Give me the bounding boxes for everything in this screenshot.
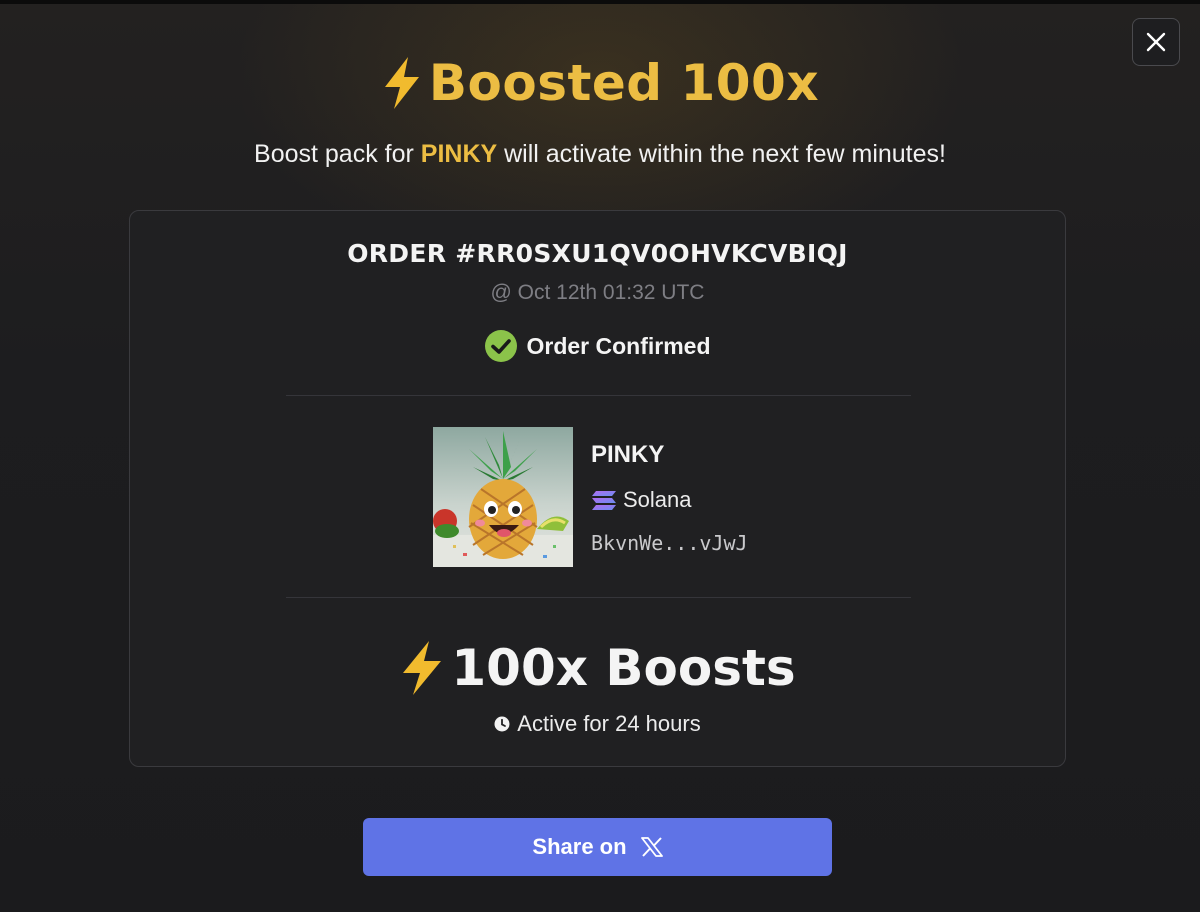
close-icon: [1146, 32, 1166, 52]
lightning-icon: [403, 641, 442, 695]
token-info: PINKY Solana BkvnWe...vJwJ: [433, 427, 833, 567]
modal-title: Boosted 100x: [0, 54, 1200, 112]
check-circle-icon: [485, 330, 518, 362]
boost-amount: 100x Boosts: [130, 639, 1065, 697]
share-button-label: Share on: [532, 834, 627, 859]
order-id: ORDER #RR0SXU1QV0OHVKCVBIQJ: [347, 239, 848, 268]
divider: [286, 597, 911, 598]
pineapple-avatar-image: [433, 431, 573, 567]
order-timestamp: @ Oct 12th 01:32 UTC: [490, 281, 705, 304]
clock-icon: [494, 716, 510, 732]
token-avatar: [433, 427, 573, 567]
divider: [286, 395, 911, 396]
boost-confirmation-modal: Boosted 100x Boost pack for PINKY will a…: [0, 0, 1200, 912]
token-name: PINKY: [591, 441, 665, 468]
subtitle-prefix: Boost pack for: [254, 140, 421, 168]
lightning-icon: [384, 57, 419, 109]
x-logo-icon: [640, 837, 663, 857]
modal-title-text: Boosted 100x: [428, 54, 820, 112]
share-on-x-button[interactable]: Share on: [363, 818, 832, 876]
subtitle-suffix: will activate within the next few minute…: [497, 140, 946, 168]
boost-duration: Active for 24 hours: [130, 711, 1065, 737]
subtitle-token-name: PINKY: [420, 140, 498, 168]
order-card: ORDER #RR0SXU1QV0OHVKCVBIQJ @ Oct 12th 0…: [129, 210, 1066, 767]
order-status-text: Order Confirmed: [526, 332, 711, 359]
modal-subtitle: Boost pack for PINKY will activate withi…: [0, 140, 1200, 169]
solana-icon: [592, 491, 616, 510]
token-chain: Solana: [591, 487, 692, 513]
boost-amount-text: 100x Boosts: [451, 639, 796, 697]
boost-duration-text: Active for 24 hours: [517, 711, 701, 736]
token-address[interactable]: BkvnWe...vJwJ: [591, 531, 748, 555]
token-chain-name: Solana: [623, 487, 692, 512]
order-status: Order Confirmed: [130, 329, 1065, 363]
